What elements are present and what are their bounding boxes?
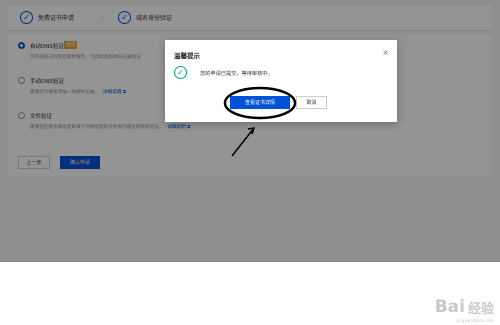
cancel-button[interactable]: 取消 — [296, 96, 327, 109]
baidu-logo: Bai — [434, 297, 465, 317]
watermark: Bai 经验 jingyan.baidu.com — [434, 297, 494, 323]
success-check-icon: ✓ — [174, 66, 187, 79]
dialog-message: 您的申请已提交，等待审核中。 — [200, 71, 273, 77]
dialog-title: 温馨提示 — [174, 52, 200, 60]
view-certificate-button[interactable]: 查看证书详情 — [230, 96, 290, 109]
watermark-text: 经验 — [467, 301, 494, 317]
watermark-url: jingyan.baidu.com — [457, 318, 494, 323]
notice-dialog: 温馨提示 × ✓ 您的申请已提交，等待审核中。 查看证书详情 取消 — [165, 40, 397, 122]
close-icon[interactable]: × — [382, 48, 389, 57]
